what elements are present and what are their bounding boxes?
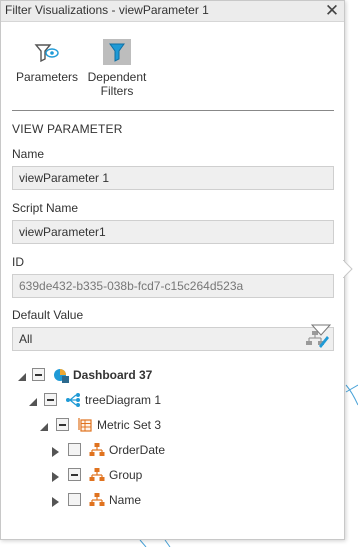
default-value-label: Default Value xyxy=(12,308,84,322)
tree-checkbox[interactable] xyxy=(68,493,81,506)
tree-node-name[interactable]: Name xyxy=(1,491,344,509)
filter-icon xyxy=(103,39,131,65)
dashboard-label: Dashboard 37 xyxy=(73,368,153,382)
dependent-filters-label: Dependent Filters xyxy=(82,70,152,98)
tree-checkbox[interactable] xyxy=(56,418,69,431)
hierarchy-icon xyxy=(89,442,105,458)
tree-node-orderdate[interactable]: OrderDate xyxy=(1,441,344,459)
tree-diagram-icon xyxy=(65,392,81,408)
collapse-triangle-icon[interactable] xyxy=(28,394,38,406)
hierarchy-icon xyxy=(89,467,105,483)
orderdate-label: OrderDate xyxy=(109,443,166,457)
id-label: ID xyxy=(12,255,24,269)
tree-checkbox[interactable] xyxy=(68,443,81,456)
tree-checkbox[interactable] xyxy=(32,368,45,381)
dependent-filters-label-line2: Filters xyxy=(100,84,134,98)
hierarchy-icon xyxy=(89,492,105,508)
parameters-button[interactable]: Parameters xyxy=(12,39,82,84)
script-name-label: Script Name xyxy=(12,201,79,215)
tree-node-metric-set[interactable]: Metric Set 3 xyxy=(1,416,344,434)
callout-pointer xyxy=(343,260,353,278)
dependent-filters-label-line1: Dependent xyxy=(87,70,147,84)
collapse-triangle-icon[interactable] xyxy=(17,369,27,381)
toolbar-divider xyxy=(12,110,334,111)
metric-set-label: Metric Set 3 xyxy=(97,418,162,432)
parameters-label: Parameters xyxy=(15,70,79,84)
dependent-filters-button[interactable]: Dependent Filters xyxy=(82,39,152,98)
dashboard-icon xyxy=(53,367,69,383)
expand-triangle-icon[interactable] xyxy=(50,469,60,482)
default-value-dropdown[interactable]: All xyxy=(12,327,334,351)
filter-visualizations-panel: Filter Visualizations - viewParameter 1 … xyxy=(0,0,345,540)
tree-node-tree-diagram[interactable]: treeDiagram 1 xyxy=(1,391,344,409)
tree-diagram-label: treeDiagram 1 xyxy=(85,393,162,407)
tree-node-group[interactable]: Group xyxy=(1,466,344,484)
chevron-down-icon[interactable] xyxy=(310,323,332,337)
tree-node-dashboard[interactable]: Dashboard 37 xyxy=(1,366,344,384)
window-title: Filter Visualizations - viewParameter 1 xyxy=(5,3,209,17)
title-bar: Filter Visualizations - viewParameter 1 … xyxy=(1,1,344,22)
id-field: 639de432-b335-038b-fcd7-c15c264d523a xyxy=(12,274,334,298)
name-label: Name xyxy=(12,147,45,161)
collapse-triangle-icon[interactable] xyxy=(39,419,49,431)
metric-set-icon xyxy=(77,417,93,433)
script-name-field[interactable]: viewParameter1 xyxy=(12,220,334,244)
close-icon[interactable]: ✕ xyxy=(323,2,341,20)
expand-triangle-icon[interactable] xyxy=(50,494,60,507)
default-value-text: All xyxy=(19,332,33,346)
name-node-label: Name xyxy=(109,493,142,507)
group-label: Group xyxy=(109,468,143,482)
section-title: VIEW PARAMETER xyxy=(12,122,123,136)
tree-checkbox[interactable] xyxy=(68,468,81,481)
name-field[interactable]: viewParameter 1 xyxy=(12,166,334,190)
tree-checkbox[interactable] xyxy=(44,393,57,406)
expand-triangle-icon[interactable] xyxy=(50,444,60,457)
filter-eye-icon xyxy=(32,39,62,65)
